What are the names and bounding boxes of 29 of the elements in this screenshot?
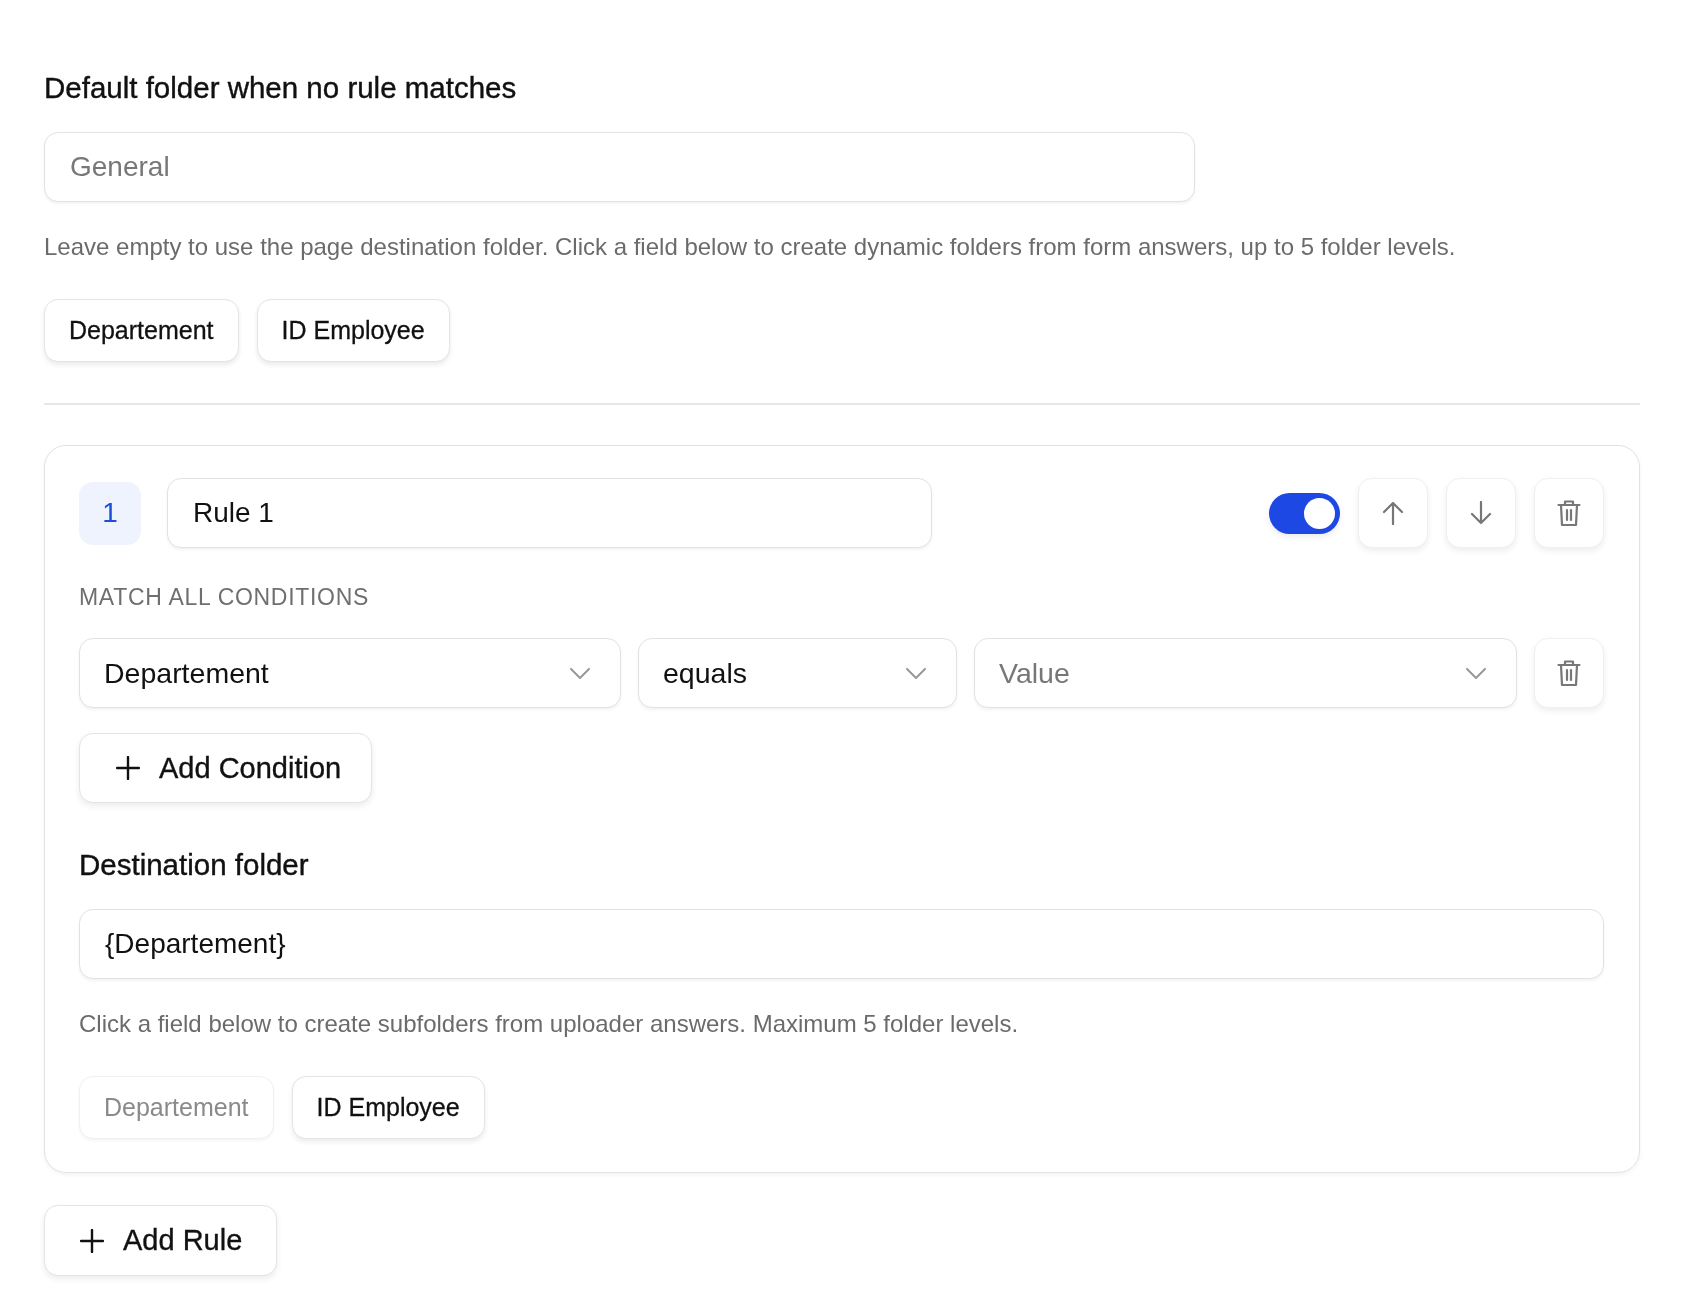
field-chip[interactable]: ID Employee	[291, 1076, 485, 1139]
section-label: Default folder when no rule matches	[44, 72, 517, 104]
help-text: Click a field below to create subfolders from uploader answers. Maximum 5 folder levels.	[79, 1009, 1019, 1039]
field-dropdown[interactable]: Departement	[79, 638, 621, 708]
trash-icon	[1557, 659, 1581, 687]
destination-folder-input[interactable]: {Departement}	[79, 909, 1604, 979]
operator-dropdown[interactable]: equals	[638, 638, 957, 708]
toggle-switch[interactable]	[1269, 492, 1340, 534]
chevron-down-icon	[1466, 667, 1486, 679]
help-text: Leave empty to use the page destination folder. Click a field below to create dynamic folders from form answers, up to 5 folder levels.	[44, 232, 1456, 262]
trash-icon	[1557, 499, 1581, 527]
section-label: Destination folder	[79, 849, 309, 881]
arrow-down-icon	[1470, 501, 1492, 525]
field-chip[interactable]: ID Employee	[256, 299, 450, 362]
plus-icon	[116, 756, 140, 780]
rule-name-input[interactable]: Rule 1	[167, 478, 932, 548]
add-rule-button[interactable]: Add Rule	[44, 1205, 278, 1276]
field-chip[interactable]: Departement	[44, 299, 239, 362]
conditions-label: MATCH ALL CONDITIONS	[79, 583, 370, 611]
default-folder-input[interactable]: General	[44, 132, 1195, 202]
chevron-down-icon	[570, 667, 590, 679]
value-dropdown[interactable]: Value	[974, 638, 1517, 708]
delete-button[interactable]	[1534, 478, 1604, 548]
add-condition-button[interactable]: Add Condition	[79, 733, 373, 803]
rule-number-badge: 1	[79, 481, 141, 545]
plus-icon	[80, 1228, 104, 1253]
arrow-up-icon	[1382, 501, 1404, 525]
delete-condition-button[interactable]	[1534, 638, 1604, 708]
chevron-down-icon	[906, 667, 926, 679]
